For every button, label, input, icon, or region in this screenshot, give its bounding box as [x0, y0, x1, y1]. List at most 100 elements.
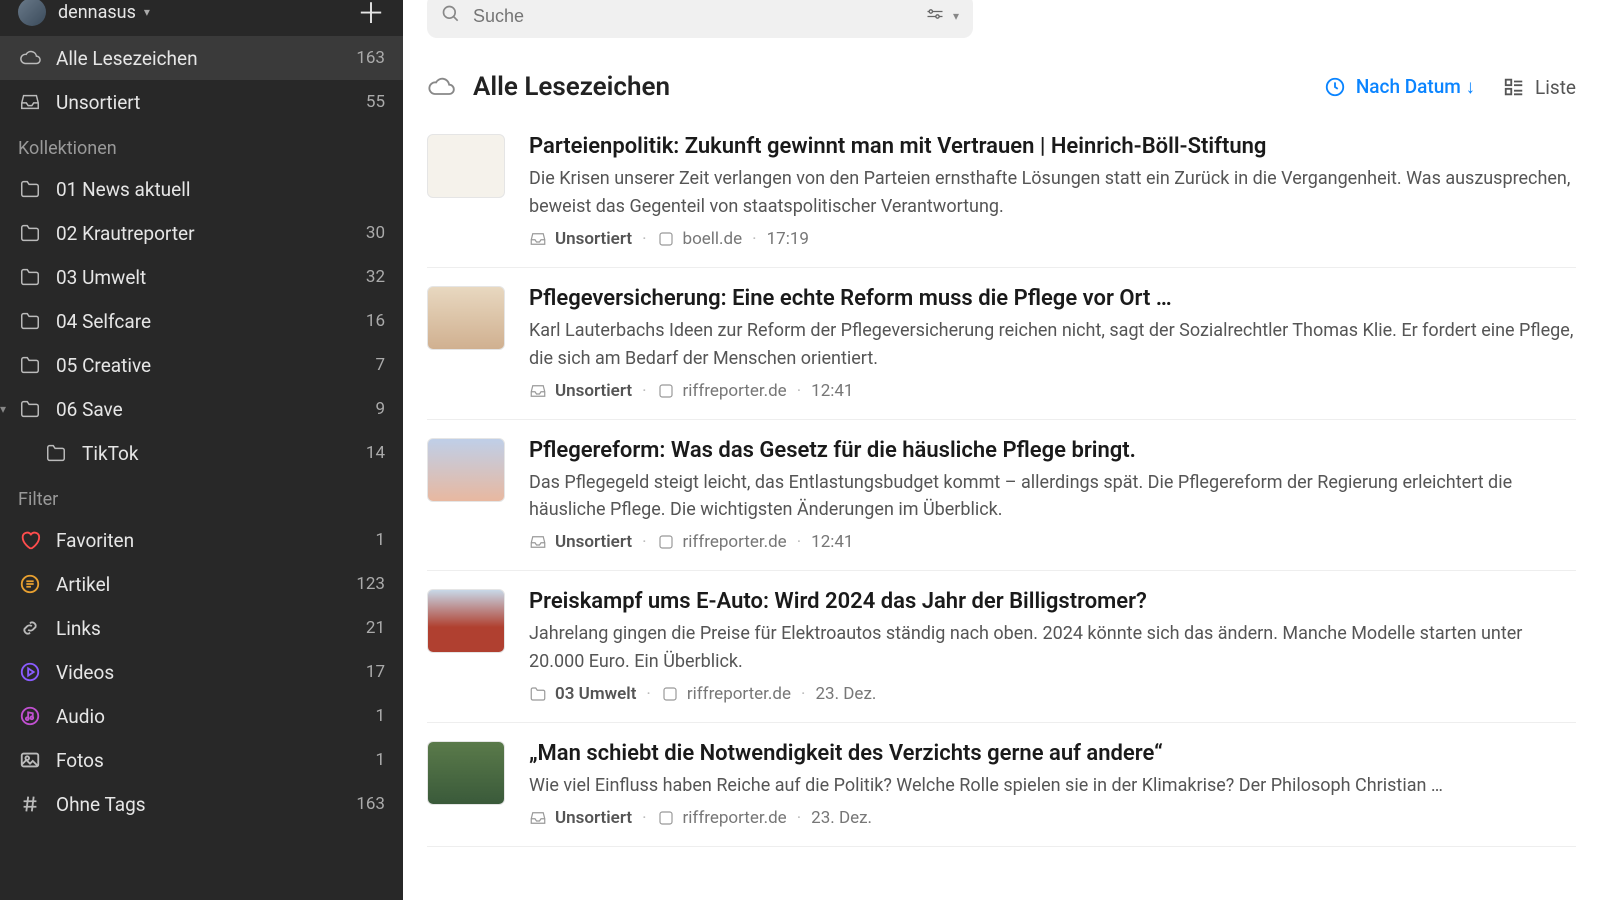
sidebar-item-label: 05 Creative: [56, 354, 151, 377]
add-button[interactable]: ＋: [357, 0, 385, 32]
clock-icon: [1324, 76, 1346, 98]
item-domain: riffreporter.de: [687, 684, 791, 704]
count-badge: 17: [366, 662, 385, 682]
folder-icon: [529, 685, 547, 703]
item-title: Preiskampf ums E-Auto: Wird 2024 das Jah…: [529, 589, 1576, 614]
item-meta: Unsortiert·riffreporter.de·23. Dez.: [529, 808, 1576, 828]
bookmark-item[interactable]: Pflegeversicherung: Eine echte Reform mu…: [427, 268, 1576, 420]
sidebar-filter-item[interactable]: Artikel123: [0, 562, 403, 606]
count-badge: 14: [366, 443, 385, 463]
sidebar-item-label: Unsortiert: [56, 91, 140, 114]
section-label-collections: Kollektionen: [0, 124, 403, 167]
cloud-icon: [427, 73, 455, 101]
inbox-icon: [529, 533, 547, 551]
item-domain: riffreporter.de: [683, 808, 787, 828]
globe-icon: [657, 533, 675, 551]
count-badge: 30: [366, 223, 385, 243]
avatar[interactable]: [18, 0, 46, 26]
item-collection[interactable]: Unsortiert: [555, 229, 632, 249]
section-label-filter: Filter: [0, 475, 403, 518]
sort-label: Nach Datum ↓: [1356, 75, 1475, 99]
sidebar-filter-item[interactable]: Favoriten1: [0, 518, 403, 562]
sidebar-collection-item[interactable]: 06 Save9: [0, 387, 403, 431]
item-description: Das Pflegegeld steigt leicht, das Entlas…: [529, 469, 1576, 525]
topbar: ▾: [403, 0, 1600, 54]
search-input[interactable]: [473, 6, 917, 27]
sidebar-item-label: Links: [56, 617, 101, 640]
folder-icon: [18, 265, 42, 289]
item-title: Pflegereform: Was das Gesetz für die häu…: [529, 438, 1576, 463]
item-meta: Unsortiert·riffreporter.de·12:41: [529, 381, 1576, 401]
sidebar-filter-item[interactable]: Ohne Tags163: [0, 782, 403, 826]
thumbnail: [427, 134, 505, 198]
count-badge: 7: [375, 355, 385, 375]
folder-icon: [18, 221, 42, 245]
item-collection[interactable]: Unsortiert: [555, 808, 632, 828]
item-collection[interactable]: 03 Umwelt: [555, 684, 636, 704]
sidebar-item-label: Artikel: [56, 573, 110, 596]
inbox-icon: [529, 809, 547, 827]
view-control[interactable]: Liste: [1503, 76, 1576, 99]
thumbnail: [427, 286, 505, 350]
globe-icon: [661, 685, 679, 703]
bookmark-list: Parteienpolitik: Zukunft gewinnt man mit…: [403, 102, 1600, 900]
sidebar-collection-item[interactable]: 03 Umwelt32: [0, 255, 403, 299]
sidebar-filter-item[interactable]: Fotos1: [0, 738, 403, 782]
sidebar-item-label: 04 Selfcare: [56, 310, 151, 333]
sidebar-item-label: 06 Save: [56, 398, 123, 421]
folder-icon: [18, 177, 42, 201]
article-icon: [18, 572, 42, 596]
count-badge: 163: [356, 794, 385, 814]
item-description: Karl Lauterbachs Ideen zur Reform der Pf…: [529, 317, 1576, 373]
sort-control[interactable]: Nach Datum ↓: [1324, 75, 1475, 99]
bookmark-item[interactable]: Pflegereform: Was das Gesetz für die häu…: [427, 420, 1576, 572]
sidebar-collection-item[interactable]: 04 Selfcare 16: [0, 299, 403, 343]
bookmark-item[interactable]: Preiskampf ums E-Auto: Wird 2024 das Jah…: [427, 571, 1576, 723]
item-collection[interactable]: Unsortiert: [555, 532, 632, 552]
inbox-icon: [529, 230, 547, 248]
heart-icon: [18, 528, 42, 552]
item-collection[interactable]: Unsortiert: [555, 381, 632, 401]
count-badge: 21: [366, 618, 385, 638]
item-time: 23. Dez.: [815, 684, 876, 704]
item-meta: Unsortiert·riffreporter.de·12:41: [529, 532, 1576, 552]
audio-icon: [18, 704, 42, 728]
thumbnail: [427, 589, 505, 653]
inbox-icon: [18, 90, 42, 114]
sidebar-item-unsorted[interactable]: Unsortiert 55: [0, 80, 403, 124]
chevron-down-icon[interactable]: ▾: [144, 5, 150, 19]
item-meta: Unsortiert·boell.de·17:19: [529, 229, 1576, 249]
thumbnail: [427, 741, 505, 805]
sidebar-collection-item[interactable]: 02 Krautreporter30: [0, 211, 403, 255]
item-time: 17:19: [767, 229, 809, 249]
item-meta: 03 Umwelt·riffreporter.de·23. Dez.: [529, 684, 1576, 704]
item-description: Jahrelang gingen die Preise für Elektroa…: [529, 620, 1576, 676]
item-description: Die Krisen unserer Zeit verlangen von de…: [529, 165, 1576, 221]
hash-icon: [18, 792, 42, 816]
bookmark-item[interactable]: Parteienpolitik: Zukunft gewinnt man mit…: [427, 122, 1576, 268]
sidebar-filter-item[interactable]: Videos 17: [0, 650, 403, 694]
sidebar-filter-item[interactable]: Links 21: [0, 606, 403, 650]
view-label: Liste: [1535, 76, 1576, 99]
chevron-down-icon[interactable]: ▾: [953, 9, 959, 23]
sidebar-item-label: Videos: [56, 661, 114, 684]
thumbnail: [427, 438, 505, 502]
item-title: Pflegeversicherung: Eine echte Reform mu…: [529, 286, 1576, 311]
bookmark-item[interactable]: „Man schiebt die Notwendigkeit des Verzi…: [427, 723, 1576, 847]
count-badge: 1: [375, 530, 385, 550]
sidebar: dennasus ▾ ＋ Alle Lesezeichen 163 Unsort…: [0, 0, 403, 900]
sidebar-filter-item[interactable]: Audio1: [0, 694, 403, 738]
sidebar-collection-item[interactable]: 05 Creative 7: [0, 343, 403, 387]
sidebar-item-label: Alle Lesezeichen: [56, 47, 198, 70]
folder-icon: [18, 397, 42, 421]
count-badge: 163: [356, 48, 385, 68]
sidebar-item-all[interactable]: Alle Lesezeichen 163: [0, 36, 403, 80]
search-bar[interactable]: ▾: [427, 0, 973, 38]
photo-icon: [18, 748, 42, 772]
search-options-icon[interactable]: [925, 4, 945, 28]
count-badge: 32: [366, 267, 385, 287]
sidebar-collection-item[interactable]: TikTok14: [0, 431, 403, 475]
username[interactable]: dennasus: [58, 2, 136, 23]
count-badge: 16: [366, 311, 385, 331]
sidebar-collection-item[interactable]: 01 News aktuell: [0, 167, 403, 211]
